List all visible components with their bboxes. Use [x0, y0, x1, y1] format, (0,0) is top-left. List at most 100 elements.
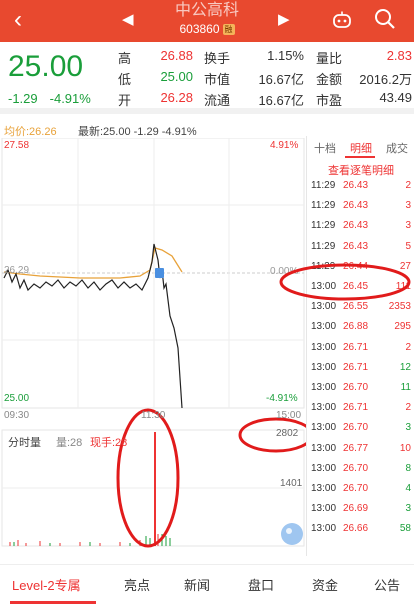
trade-row: 13:00 26.70 8	[307, 463, 414, 483]
trade-time: 11:29	[311, 200, 336, 212]
trade-row: 13:00 26.71 2	[307, 342, 414, 362]
quote-v2: 16.67亿	[258, 72, 304, 87]
time-start-label: 09:30	[4, 410, 30, 421]
tab-order-book-bottom[interactable]: 盘口	[248, 575, 274, 594]
tab-order-book[interactable]: 十档	[307, 140, 343, 156]
tab-news[interactable]: 新闻	[184, 575, 210, 594]
next-stock-icon[interactable]: ▶	[278, 10, 290, 28]
top-price-label: 27.58	[4, 140, 30, 151]
active-tab-indicator	[345, 156, 375, 158]
avg-price-label: 均价:26.26	[4, 126, 57, 138]
trade-time: 13:00	[311, 523, 337, 535]
bottom-price-label: 25.00	[4, 393, 30, 404]
prev-stock-icon[interactable]: ◀	[122, 10, 134, 28]
trade-price: 26.70	[343, 462, 369, 474]
trade-row: 13:00 26.88 295	[307, 321, 414, 341]
floating-assistant-ball[interactable]	[281, 523, 303, 545]
trade-qty: 2353	[388, 301, 411, 313]
trade-qty: 5	[405, 240, 411, 252]
view-tick-details-link[interactable]: 查看逐笔明细	[307, 162, 414, 178]
trade-row: 11:29 26.43 3	[307, 220, 414, 240]
trade-price: 26.88	[343, 321, 369, 333]
tab-highlights[interactable]: 亮点	[124, 575, 150, 594]
trade-row: 13:00 26.77 10	[307, 443, 414, 463]
trade-qty: 8	[405, 462, 411, 474]
tab-details[interactable]: 明细	[343, 140, 379, 156]
trade-price: 26.70	[343, 382, 369, 393]
quote-k2: 市值	[204, 72, 231, 87]
trade-time: 13:00	[311, 462, 337, 474]
trade-qty: 3	[405, 422, 411, 434]
trade-time: 13:00	[311, 361, 337, 373]
volume-mid-label: 1401	[280, 478, 303, 489]
tab-level2[interactable]: Level-2专属	[12, 575, 81, 594]
trade-row: 13:00 26.70 4	[307, 483, 414, 503]
trade-row: 13:00 26.70 11	[307, 382, 414, 402]
bottom-pct-label: -4.91%	[266, 393, 298, 404]
top-pct-label: 4.91%	[270, 140, 299, 151]
search-icon[interactable]	[374, 8, 396, 30]
trade-row: 11:29 26.43 5	[307, 241, 414, 261]
trade-price: 26.43	[343, 180, 369, 191]
quote-v1: 25.00	[160, 69, 193, 84]
volume-title: 分时量	[8, 437, 41, 449]
quote-k2: 换手	[204, 51, 231, 66]
trade-qty: 2	[405, 402, 411, 414]
trade-time: 13:00	[311, 422, 337, 434]
trade-time: 11:29	[311, 240, 336, 252]
trade-time: 13:00	[311, 321, 337, 333]
trade-qty: 10	[399, 442, 411, 454]
quote-v1: 26.88	[160, 48, 193, 63]
quote-k3: 市盈	[316, 93, 343, 108]
trade-time: 13:00	[311, 483, 337, 494]
trade-row: 13:00 26.66 58	[307, 523, 414, 543]
back-icon[interactable]: ‹	[14, 6, 22, 34]
quote-v3: 2.83	[386, 48, 412, 63]
trade-row: 13:00 26.71 12	[307, 362, 414, 382]
trade-row: 13:00 26.70 3	[307, 422, 414, 442]
trade-price: 26.77	[343, 442, 369, 454]
quote-row: 低 25.00 市值 16.67亿 金额 2016.2万	[0, 69, 414, 87]
trade-price: 26.69	[343, 503, 369, 515]
active-bottom-tab-indicator	[10, 601, 96, 604]
trade-qty: 3	[405, 200, 411, 212]
trade-qty: 2	[405, 180, 411, 191]
trade-price: 26.55	[343, 301, 369, 313]
trade-price: 26.66	[343, 523, 369, 535]
detail-tabs: 十档 明细 成交	[307, 136, 414, 158]
trade-price: 26.71	[343, 402, 369, 414]
trade-time: 11:29	[311, 180, 336, 191]
robot-assistant-icon[interactable]	[332, 10, 352, 28]
tab-funds[interactable]: 资金	[312, 575, 338, 594]
intraday-chart[interactable]: 27.58 4.91% 26.29 0.00% 25.00 -4.91% 09:…	[0, 137, 314, 556]
quote-k3: 金额	[316, 72, 343, 87]
volume-current: 现手:28	[90, 437, 128, 449]
volume-max-label: 2802	[276, 428, 299, 439]
trade-qty: 12	[399, 361, 411, 373]
volume-amount: 量:28	[56, 437, 83, 449]
bottom-tab-bar: Level-2专属 亮点 新闻 盘口 资金 公告	[0, 564, 414, 606]
volume-bars-down	[13, 534, 171, 546]
trade-row: 11:29 26.43 2	[307, 180, 414, 200]
trade-qty: 4	[405, 483, 411, 494]
trade-price: 26.43	[343, 220, 369, 232]
tab-announcements[interactable]: 公告	[374, 575, 400, 594]
trade-time: 13:00	[311, 503, 337, 515]
tab-trades[interactable]: 成交	[379, 140, 414, 156]
quote-panel: 25.00 -1.29 -4.91% 高 26.88 换手 1.15% 量比 2.83 低 25…	[0, 42, 414, 114]
trade-time: 13:00	[311, 442, 337, 454]
quote-v2: 16.67亿	[258, 93, 304, 108]
trade-time: 13:00	[311, 301, 337, 313]
trade-row: 13:00 26.69 3	[307, 503, 414, 523]
trade-price: 26.70	[343, 483, 369, 494]
trade-qty: 2	[405, 341, 411, 353]
trade-time: 13:00	[311, 402, 337, 414]
trade-price: 26.43	[343, 240, 369, 252]
trade-row: 13:00 26.71 2	[307, 402, 414, 422]
annotation-circle-trade	[279, 263, 411, 301]
trade-price: 26.71	[343, 361, 369, 373]
chart-info-bar: 均价:26.26 最新:25.00 -1.29 -4.91%	[0, 120, 306, 138]
trade-price: 26.43	[343, 200, 369, 212]
latest-price-label: 最新:25.00 -1.29 -4.91%	[78, 126, 197, 138]
trade-marker[interactable]	[155, 268, 164, 278]
